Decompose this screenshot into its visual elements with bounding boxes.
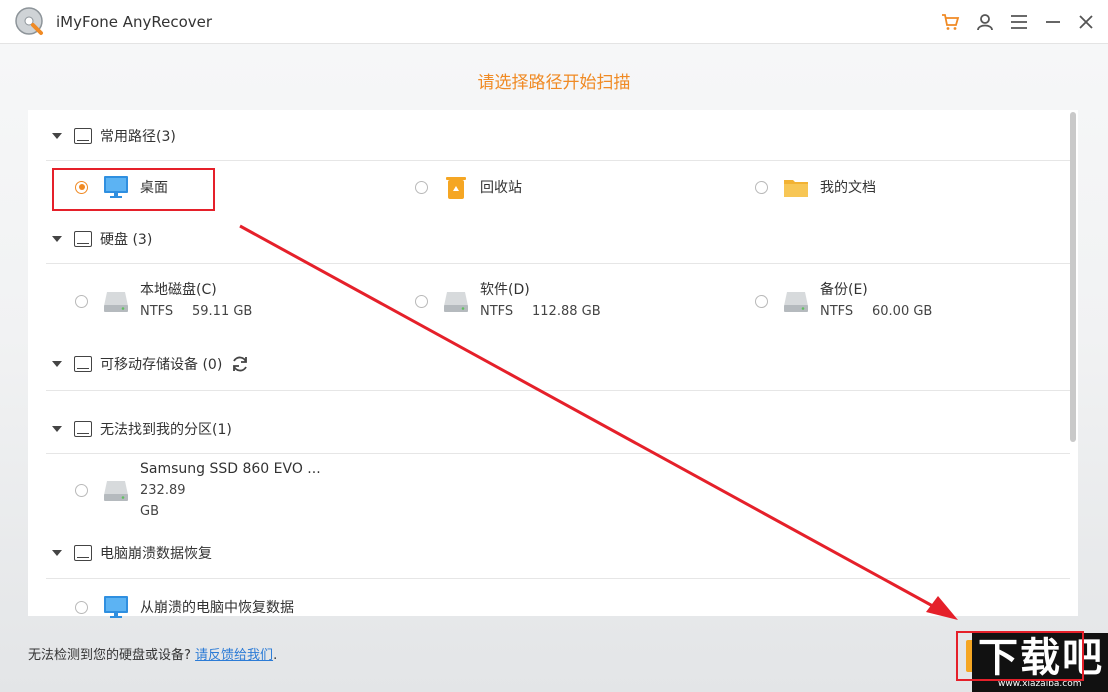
annotation-arrow: [239, 224, 958, 620]
